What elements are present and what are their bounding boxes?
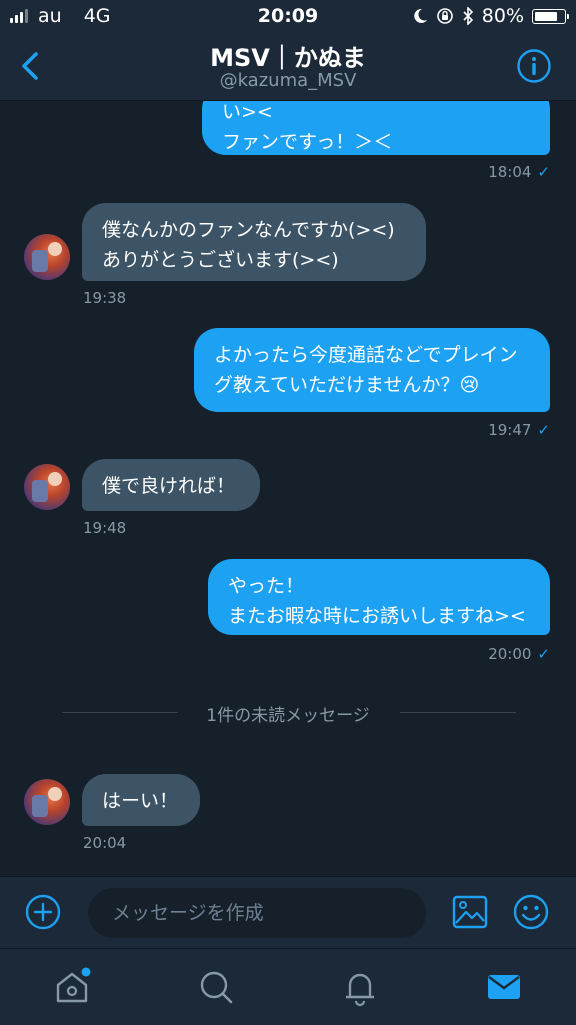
info-icon[interactable] bbox=[516, 48, 552, 84]
read-check-icon: ✓ bbox=[537, 421, 550, 439]
message-timestamp: 20:00 ✓ bbox=[488, 645, 550, 663]
message-composer bbox=[0, 876, 576, 949]
home-icon[interactable] bbox=[52, 967, 92, 1007]
message-bubble-sent[interactable]: やった！ またお暇な時にお誘いしますね>< bbox=[208, 559, 550, 635]
unread-divider: 1件の未読メッセージ bbox=[0, 701, 576, 726]
message-thread[interactable]: い>< ファンですっ！＞＜ 18:04 ✓ 僕なんかのファンなんですか(><) あ… bbox=[0, 101, 576, 876]
bottom-tab-bar bbox=[0, 948, 576, 1025]
conversation-handle: @kazuma_MSV bbox=[219, 70, 357, 91]
status-right: 80% bbox=[412, 5, 569, 27]
divider-line bbox=[400, 712, 516, 713]
message-timestamp: 20:04 bbox=[83, 834, 127, 852]
message-bubble-received[interactable]: 僕なんかのファンなんですか(><) ありがとうございます(><) bbox=[82, 203, 426, 281]
timestamp-text: 18:04 bbox=[488, 163, 532, 181]
moon-icon bbox=[414, 8, 427, 23]
message-timestamp: 19:48 bbox=[83, 519, 127, 537]
timestamp-text: 20:00 bbox=[488, 645, 532, 663]
search-icon[interactable] bbox=[196, 967, 236, 1007]
message-timestamp: 19:47 ✓ bbox=[488, 421, 550, 439]
message-timestamp: 18:04 ✓ bbox=[488, 163, 550, 181]
read-check-icon: ✓ bbox=[537, 163, 550, 181]
bell-icon[interactable] bbox=[340, 967, 380, 1007]
smiley-icon[interactable] bbox=[512, 893, 550, 931]
battery-percent: 80% bbox=[481, 5, 524, 27]
mail-icon[interactable] bbox=[484, 967, 524, 1007]
plus-circle-icon[interactable] bbox=[24, 893, 62, 931]
avatar[interactable] bbox=[24, 464, 70, 510]
status-bar: au 4G 20:09 80% bbox=[0, 0, 576, 32]
timestamp-text: 19:47 bbox=[488, 421, 532, 439]
image-icon[interactable] bbox=[452, 895, 488, 929]
message-timestamp: 19:38 bbox=[83, 289, 127, 307]
bluetooth-icon bbox=[463, 7, 473, 25]
avatar[interactable] bbox=[24, 779, 70, 825]
message-input[interactable] bbox=[88, 888, 426, 938]
message-bubble-received[interactable]: 僕で良ければ！ bbox=[82, 459, 260, 511]
message-bubble-sent[interactable]: よかったら今度通話などでプレイン グ教えていただけませんか？😢 bbox=[194, 328, 550, 412]
unread-divider-label: 1件の未読メッセージ bbox=[206, 706, 370, 726]
avatar[interactable] bbox=[24, 234, 70, 280]
message-bubble-sent[interactable]: い>< ファンですっ！＞＜ bbox=[202, 101, 550, 155]
battery-icon bbox=[532, 8, 569, 24]
notification-dot bbox=[81, 967, 91, 977]
conversation-header: MSV｜かぬま @kazuma_MSV bbox=[0, 32, 576, 101]
read-check-icon: ✓ bbox=[537, 645, 550, 663]
message-bubble-received[interactable]: はーい！ bbox=[82, 774, 200, 826]
rotation-lock-icon bbox=[436, 8, 453, 24]
conversation-title: MSV｜かぬま bbox=[210, 44, 366, 72]
